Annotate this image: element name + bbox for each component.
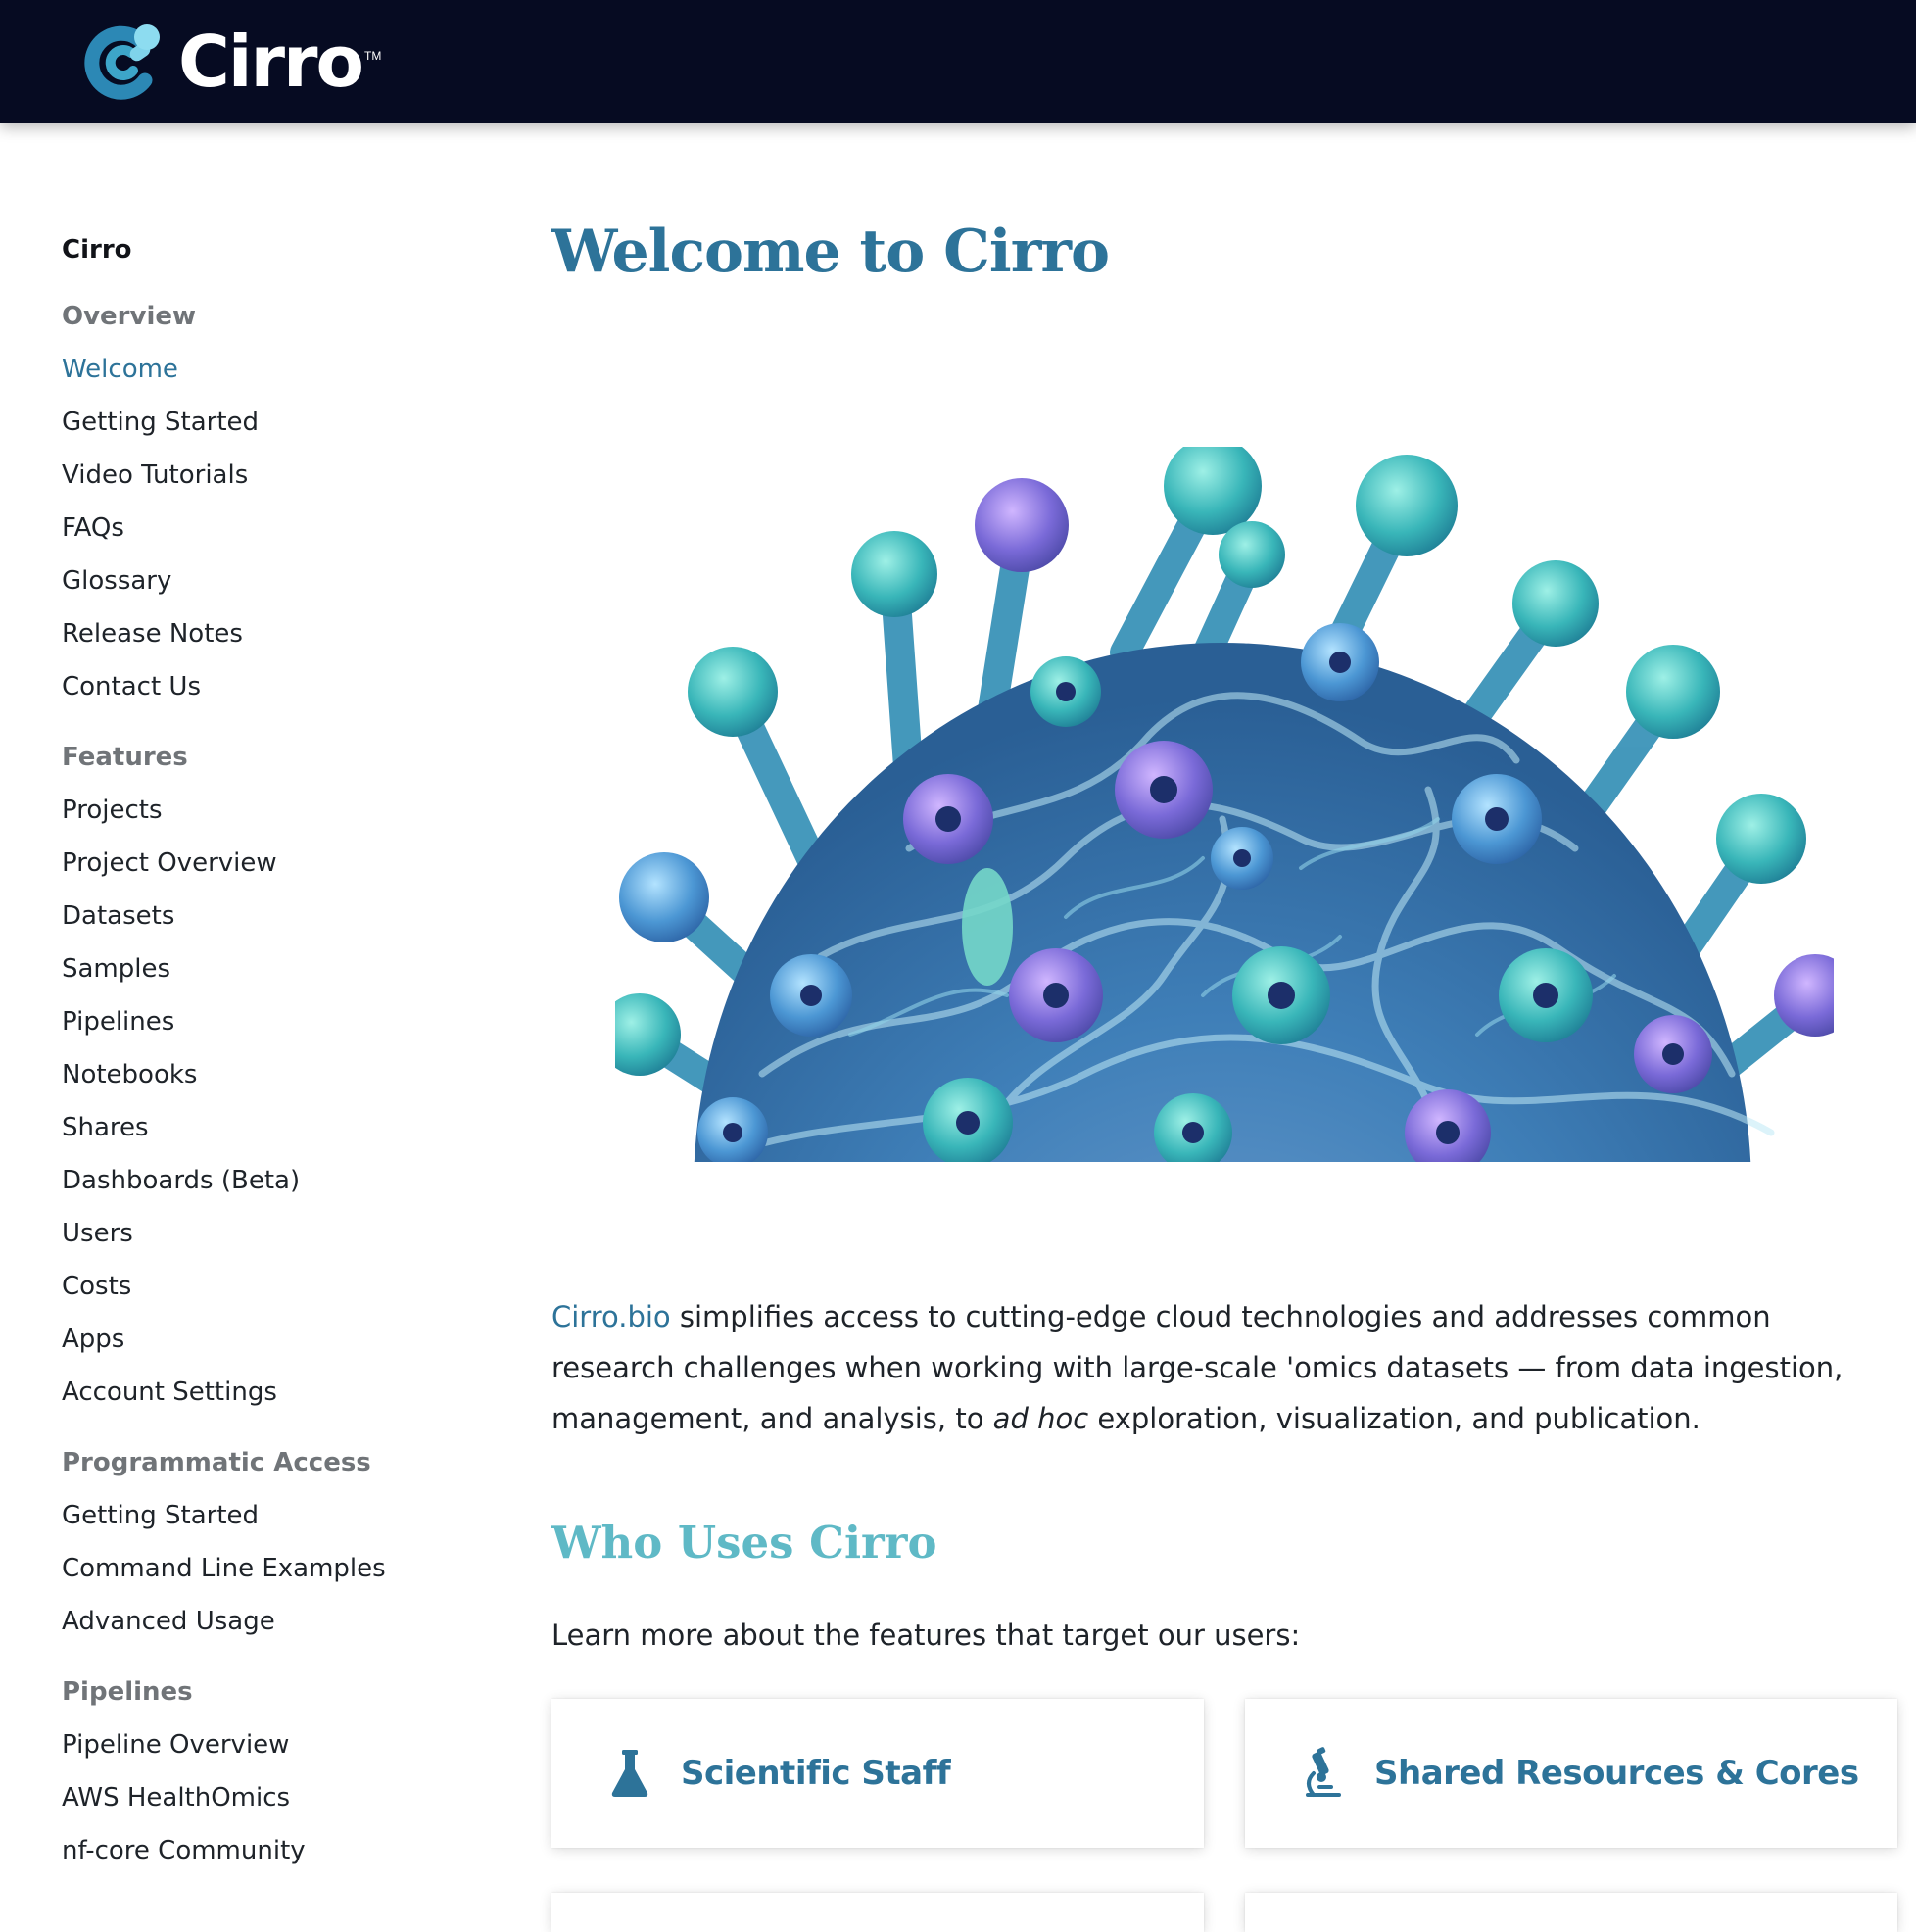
sidebar-heading-pipelines: Pipelines bbox=[62, 1677, 193, 1707]
sidebar-section-features: Features Projects Project Overview Datas… bbox=[62, 731, 493, 1419]
sidebar-item-apps[interactable]: Apps bbox=[62, 1313, 493, 1366]
cirro-logo-icon bbox=[84, 24, 160, 100]
sidebar-item-projects[interactable]: Projects bbox=[62, 784, 493, 837]
sidebar-title[interactable]: Cirro bbox=[62, 223, 493, 276]
sidebar-item-advanced-usage[interactable]: Advanced Usage bbox=[62, 1595, 493, 1648]
intro-paragraph: Cirro.bio simplifies access to cutting-e… bbox=[551, 1291, 1854, 1444]
sidebar-item-users[interactable]: Users bbox=[62, 1207, 493, 1260]
who-uses-cirro-heading: Who Uses Cirro bbox=[551, 1517, 937, 1569]
page-title: Welcome to Cirro bbox=[551, 217, 1110, 286]
brand-name: Cirro bbox=[178, 21, 364, 103]
sidebar-item-glossary[interactable]: Glossary bbox=[62, 555, 493, 607]
sidebar-item-costs[interactable]: Costs bbox=[62, 1260, 493, 1313]
sidebar-heading-programmatic-access: Programmatic Access bbox=[62, 1448, 371, 1477]
sidebar-item-pa-getting-started[interactable]: Getting Started bbox=[62, 1489, 493, 1542]
sidebar-item-project-overview[interactable]: Project Overview bbox=[62, 837, 493, 890]
sidebar-section-pipelines: Pipelines Pipeline Overview AWS HealthOm… bbox=[62, 1666, 493, 1877]
card-scientific-staff[interactable]: Scientific Staff bbox=[551, 1699, 1204, 1848]
sidebar-item-contact-us[interactable]: Contact Us bbox=[62, 660, 493, 713]
sidebar-item-video-tutorials[interactable]: Video Tutorials bbox=[62, 449, 493, 502]
intro-emphasis: ad hoc bbox=[992, 1402, 1089, 1435]
sidebar-item-faqs[interactable]: FAQs bbox=[62, 502, 493, 555]
card-label-scientific-staff: Scientific Staff bbox=[681, 1754, 951, 1793]
sidebar-item-dashboards[interactable]: Dashboards (Beta) bbox=[62, 1154, 493, 1207]
card-shared-resources-cores[interactable]: Shared Resources & Cores bbox=[1245, 1699, 1897, 1848]
card-next-row-right[interactable] bbox=[1245, 1893, 1897, 1932]
hero-image bbox=[615, 447, 1834, 1162]
sidebar-item-datasets[interactable]: Datasets bbox=[62, 890, 493, 942]
microscope-icon bbox=[1306, 1747, 1341, 1797]
brand-logo-link[interactable]: Cirro TM bbox=[80, 20, 381, 104]
sidebar-item-account-settings[interactable]: Account Settings bbox=[62, 1366, 493, 1419]
sidebar-item-getting-started[interactable]: Getting Started bbox=[62, 396, 493, 449]
sidebar-item-pipelines[interactable]: Pipelines bbox=[62, 995, 493, 1048]
trademark-mark: TM bbox=[364, 49, 382, 63]
users-lead-text: Learn more about the features that targe… bbox=[551, 1618, 1301, 1652]
sidebar-item-pipeline-overview[interactable]: Pipeline Overview bbox=[62, 1718, 493, 1771]
sidebar-heading-features: Features bbox=[62, 743, 188, 772]
sidebar-item-shares[interactable]: Shares bbox=[62, 1101, 493, 1154]
sidebar-section-programmatic-access: Programmatic Access Getting Started Comm… bbox=[62, 1436, 493, 1648]
sidebar-nav: Cirro Overview Welcome Getting Started V… bbox=[62, 223, 493, 1895]
sidebar-item-samples[interactable]: Samples bbox=[62, 942, 493, 995]
sidebar-item-release-notes[interactable]: Release Notes bbox=[62, 607, 493, 660]
cirro-bio-link[interactable]: Cirro.bio bbox=[551, 1300, 671, 1333]
sidebar-heading-overview: Overview bbox=[62, 302, 197, 331]
sidebar-item-command-line-examples[interactable]: Command Line Examples bbox=[62, 1542, 493, 1595]
sidebar-item-notebooks[interactable]: Notebooks bbox=[62, 1048, 493, 1101]
sidebar-item-welcome[interactable]: Welcome bbox=[62, 343, 493, 396]
card-next-row-left[interactable] bbox=[551, 1893, 1204, 1932]
card-label-shared-resources-cores: Shared Resources & Cores bbox=[1374, 1754, 1859, 1793]
sidebar-section-overview: Overview Welcome Getting Started Video T… bbox=[62, 290, 493, 713]
intro-text-2: exploration, visualization, and publicat… bbox=[1088, 1402, 1700, 1435]
virus-illustration bbox=[615, 447, 1834, 1162]
top-bar: Cirro TM bbox=[0, 0, 1916, 123]
sidebar-item-aws-healthomics[interactable]: AWS HealthOmics bbox=[62, 1771, 493, 1824]
flask-icon bbox=[611, 1750, 648, 1797]
sidebar-item-nf-core-community[interactable]: nf-core Community bbox=[62, 1824, 493, 1877]
